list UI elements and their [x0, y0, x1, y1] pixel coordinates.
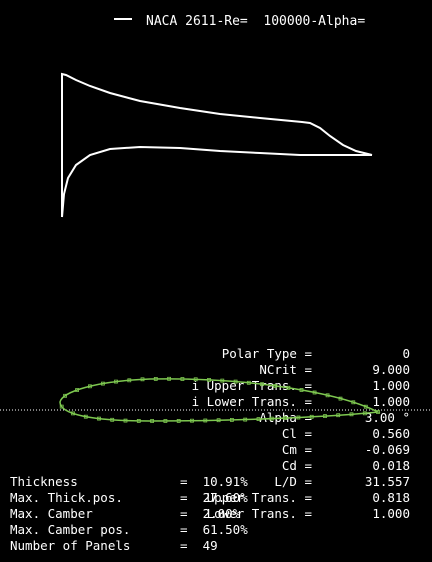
lower-cp-curve: [61, 145, 372, 218]
param-value: 3.00 °: [364, 410, 410, 425]
param-value: 9.000: [372, 362, 410, 377]
cp-graph[interactable]: NACA 2611-Re= 100000-Alpha=: [10, 10, 424, 272]
cp-curve-plot: [61, 18, 373, 218]
param-value: 1.000: [372, 378, 410, 393]
geometry-label: Thickness: [10, 474, 78, 489]
geometry-value: = 10.91%: [180, 474, 248, 489]
geometry-label: Max. Camber pos.: [10, 522, 131, 537]
geometry-value: = 49: [180, 538, 218, 553]
param-value: 0: [402, 346, 410, 361]
geometry-value: = 2.00%: [180, 506, 241, 521]
param-value: 0.560: [372, 426, 410, 441]
upper-cp-curve: [61, 72, 373, 217]
geometry-value: = 61.50%: [180, 522, 248, 537]
geometry-label: Number of Panels: [10, 538, 131, 553]
geometry-value: = 27.60%: [180, 490, 248, 505]
param-value: 1.000: [372, 394, 410, 409]
param-value: 0.018: [372, 458, 410, 473]
geometry-label: Max. Camber: [10, 506, 93, 521]
geometry-label: Max. Thick.pos.: [10, 490, 123, 505]
legend-label: NACA 2611-Re= 100000-Alpha=: [146, 14, 366, 29]
param-value: -0.069: [364, 442, 410, 457]
